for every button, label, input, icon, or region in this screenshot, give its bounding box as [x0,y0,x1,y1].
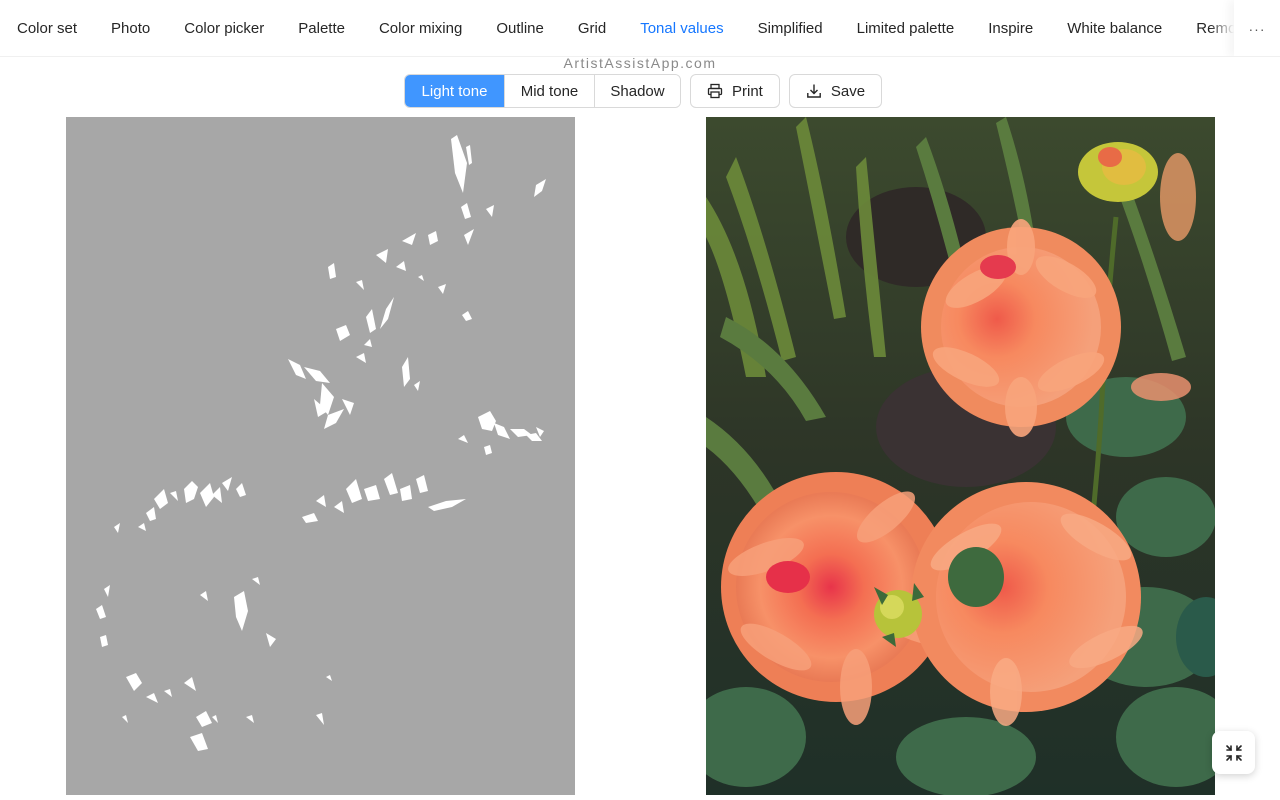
fullscreen-exit-icon [1225,744,1242,761]
tab-palette[interactable]: Palette [281,0,362,56]
dahlia-photo [706,117,1215,795]
reference-photo [706,117,1215,795]
fullscreen-exit-button[interactable] [1212,731,1255,774]
tonal-value-image [66,117,575,795]
tab-color-picker[interactable]: Color picker [167,0,281,56]
tab-inspire[interactable]: Inspire [971,0,1050,56]
tone-mid-option[interactable]: Mid tone [504,75,594,107]
light-tone-highlights [96,135,546,751]
tab-color-mixing[interactable]: Color mixing [362,0,479,56]
tab-simplified[interactable]: Simplified [741,0,840,56]
tab-color-set[interactable]: Color set [0,0,94,56]
tab-limited-palette[interactable]: Limited palette [840,0,972,56]
save-label: Save [830,82,866,100]
tone-light-option[interactable]: Light tone [405,75,504,107]
tone-mode-selector: Light tone Mid tone Shadow [404,74,681,108]
tab-bar: Color set Photo Color picker Palette Col… [0,0,1280,57]
tab-photo[interactable]: Photo [94,0,167,56]
printer-icon [707,83,723,99]
watermark: ArtistAssistApp.com [563,55,717,71]
tab-overflow-fade [1210,0,1234,56]
tab-list: Color set Photo Color picker Palette Col… [0,0,1269,56]
tone-shadow-option[interactable]: Shadow [594,75,680,107]
tab-grid[interactable]: Grid [561,0,623,56]
tab-tonal-values[interactable]: Tonal values [623,0,740,56]
download-icon [806,84,821,98]
print-label: Print [732,82,763,100]
more-tabs-button[interactable]: ··· [1234,0,1280,56]
tab-white-balance[interactable]: White balance [1050,0,1179,56]
tab-outline[interactable]: Outline [479,0,561,56]
print-button[interactable]: Print [690,74,780,108]
save-button[interactable]: Save [788,74,883,108]
toolbar: Light tone Mid tone Shadow Print Save [404,74,883,108]
